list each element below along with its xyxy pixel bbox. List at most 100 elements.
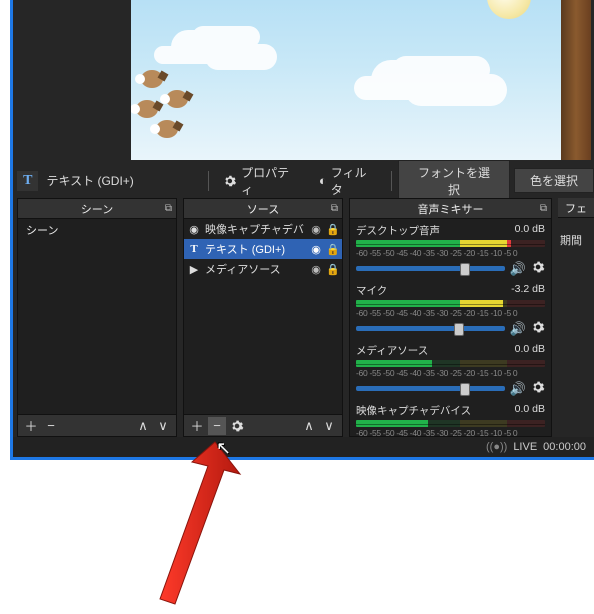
remove-scene-button[interactable]: −	[42, 417, 60, 435]
camera-icon: ◉	[186, 223, 202, 236]
divider	[208, 171, 209, 191]
source-row[interactable]: ◉ 映像キャプチャデバ ◉ 🔒	[184, 219, 342, 239]
sun-graphic	[487, 0, 531, 19]
bird-graphic	[166, 90, 188, 108]
scene-item[interactable]: シーン	[18, 219, 176, 241]
channel-db: 0.0 dB	[515, 223, 545, 238]
visibility-toggle[interactable]: ◉	[309, 263, 323, 276]
sources-panel-title: ソース	[247, 201, 279, 217]
wood-graphic	[561, 0, 591, 160]
move-scene-up-button[interactable]: ∧	[134, 417, 152, 435]
sources-panel: ソース ⧉ ◉ 映像キャプチャデバ ◉ 🔒 T テキスト (GDI+) ◉ 🔒 …	[183, 198, 343, 437]
scenes-panel-header: シーン ⧉	[18, 199, 176, 219]
transitions-body: 期間	[558, 218, 594, 262]
text-icon: T	[186, 243, 202, 255]
channel-name: マイク	[356, 283, 387, 298]
mixer-list[interactable]: デスクトップ音声 0.0 dB -60 -55 -50 -45 -40 -35 -3…	[350, 219, 551, 436]
bird-graphic	[136, 100, 158, 118]
gear-icon	[230, 419, 244, 433]
play-icon: ▶	[186, 263, 202, 276]
lock-toggle[interactable]: 🔒	[326, 243, 340, 256]
transitions-panel-clipped: フェ 期間	[558, 198, 594, 437]
volume-slider[interactable]	[356, 266, 505, 271]
lock-toggle[interactable]: 🔒	[326, 223, 340, 236]
live-time: 00:00:00	[543, 441, 586, 453]
add-source-button[interactable]: ＋	[188, 417, 206, 435]
channel-settings-button[interactable]	[531, 380, 545, 397]
filters-button[interactable]: ◐ フィルタ	[311, 161, 385, 201]
properties-button[interactable]: プロパティ	[215, 161, 306, 201]
move-scene-down-button[interactable]: ∨	[154, 417, 172, 435]
cloud-graphic	[371, 60, 481, 100]
channel-settings-button[interactable]	[531, 260, 545, 277]
mixer-channel: マイク -3.2 dB -60 -55 -50 -45 -40 -35 -30 -2…	[350, 279, 551, 339]
transitions-title: フェ	[565, 200, 587, 216]
mixer-channel: 映像キャプチャデバイス 0.0 dB -60 -55 -50 -45 -40 -35…	[350, 399, 551, 436]
status-bar: ((●)) LIVE 00:00:00	[13, 437, 594, 457]
scenes-list[interactable]: シーン	[18, 219, 176, 414]
source-name: メディアソース	[205, 261, 306, 277]
select-font-button[interactable]: フォントを選択	[398, 160, 510, 202]
meter-ticks: -60 -55 -50 -45 -40 -35 -30 -25 -20 -15 …	[356, 308, 545, 318]
undock-icon[interactable]: ⧉	[540, 203, 547, 214]
source-row[interactable]: ▶ メディアソース ◉ 🔒	[184, 259, 342, 279]
source-row[interactable]: T テキスト (GDI+) ◉ 🔒	[184, 239, 342, 259]
mute-button[interactable]: 🔊	[510, 261, 526, 277]
vu-meter	[356, 420, 545, 427]
meter-ticks: -60 -55 -50 -45 -40 -35 -30 -25 -20 -15 …	[356, 428, 545, 436]
context-toolbar: T テキスト (GDI+) プロパティ ◐ フィルタ フォントを選択 色を選択	[17, 168, 594, 193]
broadcast-icon: ((●))	[486, 441, 507, 453]
undock-icon[interactable]: ⧉	[165, 203, 172, 214]
meter-ticks: -60 -55 -50 -45 -40 -35 -30 -25 -20 -15 …	[356, 248, 545, 258]
mute-button[interactable]: 🔊	[510, 321, 526, 337]
gear-icon	[223, 174, 237, 188]
bird-graphic	[156, 120, 178, 138]
channel-name: デスクトップ音声	[356, 223, 440, 238]
mixer-panel-header: 音声ミキサー ⧉	[350, 199, 551, 219]
channel-db: 0.0 dB	[515, 343, 545, 358]
vu-meter	[356, 300, 545, 307]
mixer-channel: デスクトップ音声 0.0 dB -60 -55 -50 -45 -40 -35 -3…	[350, 219, 551, 279]
scenes-panel-title: シーン	[81, 201, 113, 217]
selected-source-label: テキスト (GDI+)	[42, 172, 202, 189]
filters-label: フィルタ	[331, 164, 377, 198]
live-label: LIVE	[513, 441, 537, 453]
mixer-panel-title: 音声ミキサー	[418, 201, 484, 217]
sources-footer: ＋ − ∧ ∨	[184, 414, 342, 436]
visibility-toggle[interactable]: ◉	[309, 223, 323, 236]
scenes-panel: シーン ⧉ シーン ＋ − ∧ ∨	[17, 198, 177, 437]
channel-name: 映像キャプチャデバイス	[356, 403, 471, 418]
bird-graphic	[141, 70, 163, 88]
preview-canvas[interactable]	[131, 0, 591, 160]
remove-source-button[interactable]: −	[208, 417, 226, 435]
sources-list[interactable]: ◉ 映像キャプチャデバ ◉ 🔒 T テキスト (GDI+) ◉ 🔒 ▶ メディア…	[184, 219, 342, 414]
move-source-up-button[interactable]: ∧	[300, 417, 318, 435]
channel-db: 0.0 dB	[515, 403, 545, 418]
selected-source-type-icon: T	[17, 171, 38, 191]
visibility-toggle[interactable]: ◉	[309, 243, 323, 256]
select-color-button[interactable]: 色を選択	[514, 168, 594, 193]
mute-button[interactable]: 🔊	[510, 381, 526, 397]
move-source-down-button[interactable]: ∨	[320, 417, 338, 435]
vu-meter	[356, 240, 545, 247]
channel-name: メディアソース	[356, 343, 428, 358]
vu-meter	[356, 360, 545, 367]
volume-slider[interactable]	[356, 326, 505, 331]
channel-db: -3.2 dB	[511, 283, 545, 298]
scenes-footer: ＋ − ∧ ∨	[18, 414, 176, 436]
divider	[391, 171, 392, 191]
lock-toggle[interactable]: 🔒	[326, 263, 340, 276]
undock-icon[interactable]: ⧉	[331, 203, 338, 214]
app-window: T テキスト (GDI+) プロパティ ◐ フィルタ フォントを選択 色を選択 …	[10, 0, 594, 460]
source-name: 映像キャプチャデバ	[205, 221, 306, 237]
meter-ticks: -60 -55 -50 -45 -40 -35 -30 -25 -20 -15 …	[356, 368, 545, 378]
properties-label: プロパティ	[241, 164, 299, 198]
volume-slider[interactable]	[356, 386, 505, 391]
source-properties-button[interactable]	[228, 417, 246, 435]
filter-icon: ◐	[319, 173, 327, 188]
add-scene-button[interactable]: ＋	[22, 417, 40, 435]
cloud-graphic	[171, 30, 251, 64]
annotation-arrow	[130, 434, 270, 614]
sources-panel-header: ソース ⧉	[184, 199, 342, 219]
channel-settings-button[interactable]	[531, 320, 545, 337]
